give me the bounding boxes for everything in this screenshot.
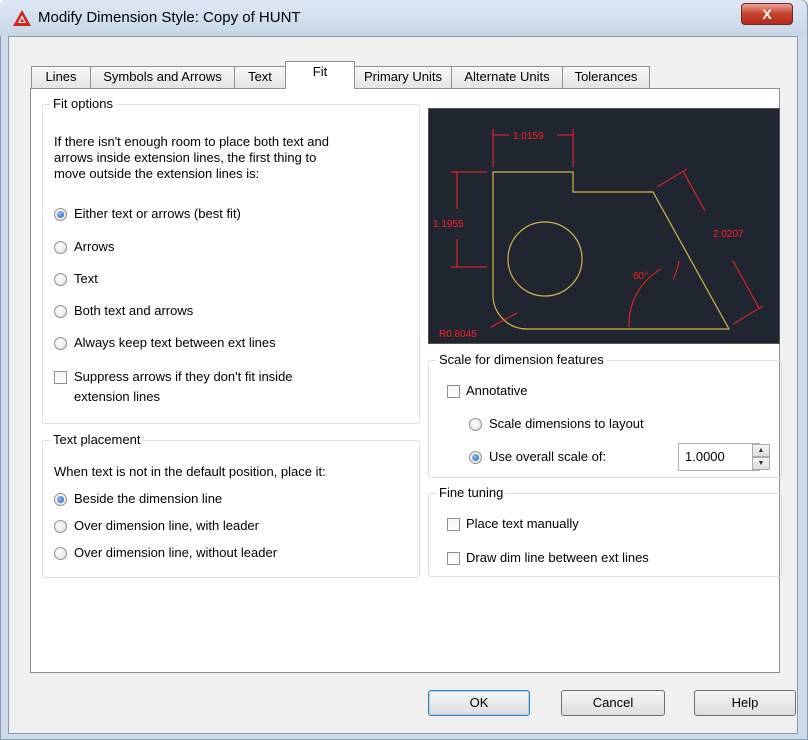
- preview-image: 1.0159 1.1955 2.0207 60° R0.8045: [428, 108, 780, 344]
- draw-dim-line-checkbox[interactable]: [447, 552, 460, 565]
- annotative-label[interactable]: Annotative: [466, 383, 527, 398]
- radio-over-with-leader-label[interactable]: Over dimension line, with leader: [74, 518, 259, 533]
- suppress-arrows-checkbox[interactable]: [54, 371, 67, 384]
- preview-dim-right: 2.0207: [713, 229, 744, 240]
- preview-dim-left: 1.1955: [433, 219, 464, 230]
- radio-text[interactable]: [54, 273, 67, 286]
- radio-scale-to-layout-label[interactable]: Scale dimensions to layout: [489, 416, 644, 431]
- radio-arrows-label[interactable]: Arrows: [74, 239, 114, 254]
- fit-options-description-line-3: move outside the extension lines is:: [54, 166, 260, 181]
- close-button[interactable]: X: [741, 3, 793, 25]
- place-text-manually-label[interactable]: Place text manually: [466, 516, 579, 531]
- radio-always-keep-text[interactable]: [54, 337, 67, 350]
- autocad-logo-icon: [13, 10, 31, 26]
- ok-button[interactable]: OK: [428, 690, 530, 716]
- tab-tolerances[interactable]: Tolerances: [562, 66, 650, 88]
- help-button[interactable]: Help: [694, 690, 796, 716]
- place-text-manually-checkbox[interactable]: [447, 518, 460, 531]
- radio-beside-dimension-line[interactable]: [54, 493, 67, 506]
- fit-options-title: Fit options: [50, 96, 116, 111]
- radio-use-overall-scale-label[interactable]: Use overall scale of:: [489, 449, 606, 464]
- fit-options-description-line-1: If there isn't enough room to place both…: [54, 134, 329, 149]
- radio-over-with-leader[interactable]: [54, 520, 67, 533]
- radio-always-keep-text-label[interactable]: Always keep text between ext lines: [74, 335, 276, 350]
- tab-symbols-and-arrows[interactable]: Symbols and Arrows: [90, 66, 235, 88]
- overall-scale-input[interactable]: 1.0000: [678, 443, 760, 471]
- text-placement-description: When text is not in the default position…: [54, 464, 326, 479]
- radio-text-label[interactable]: Text: [74, 271, 98, 286]
- draw-dim-line-label[interactable]: Draw dim line between ext lines: [466, 550, 649, 565]
- tab-alternate-units[interactable]: Alternate Units: [451, 66, 563, 88]
- preview-dim-angle: 60°: [633, 271, 648, 282]
- tab-fit[interactable]: Fit: [285, 61, 355, 89]
- cancel-button[interactable]: Cancel: [561, 690, 665, 716]
- fit-options-description-line-2: arrows inside extension lines, the first…: [54, 150, 317, 165]
- radio-beside-dimension-line-label[interactable]: Beside the dimension line: [74, 491, 222, 506]
- radio-over-without-leader[interactable]: [54, 547, 67, 560]
- dimension-preview-drawing: 1.0159 1.1955 2.0207 60° R0.8045: [433, 129, 764, 340]
- radio-either-text-or-arrows[interactable]: [54, 208, 67, 221]
- scale-spin-down-icon[interactable]: ▼: [752, 457, 770, 470]
- radio-either-text-or-arrows-label[interactable]: Either text or arrows (best fit): [74, 206, 241, 221]
- suppress-arrows-label-line-2[interactable]: extension lines: [74, 389, 160, 404]
- tab-primary-units[interactable]: Primary Units: [354, 66, 452, 88]
- suppress-arrows-label-line-1[interactable]: Suppress arrows if they don't fit inside: [74, 369, 293, 384]
- preview-dim-top: 1.0159: [513, 131, 544, 142]
- scale-title: Scale for dimension features: [436, 352, 607, 367]
- radio-scale-to-layout[interactable]: [469, 418, 482, 431]
- radio-use-overall-scale[interactable]: [469, 451, 482, 464]
- window-title: Modify Dimension Style: Copy of HUNT: [38, 9, 301, 26]
- preview-dim-radius: R0.8045: [439, 329, 477, 340]
- annotative-checkbox[interactable]: [447, 385, 460, 398]
- radio-both-text-and-arrows[interactable]: [54, 305, 67, 318]
- tab-text[interactable]: Text: [234, 66, 286, 88]
- fine-tuning-title: Fine tuning: [436, 485, 507, 500]
- text-placement-title: Text placement: [50, 432, 144, 447]
- scale-spin-up-icon[interactable]: ▲: [752, 444, 770, 457]
- radio-over-without-leader-label[interactable]: Over dimension line, without leader: [74, 545, 277, 560]
- title-bar[interactable]: Modify Dimension Style: Copy of HUNT X: [0, 0, 806, 36]
- tab-lines[interactable]: Lines: [31, 66, 91, 88]
- radio-both-text-and-arrows-label[interactable]: Both text and arrows: [74, 303, 193, 318]
- radio-arrows[interactable]: [54, 241, 67, 254]
